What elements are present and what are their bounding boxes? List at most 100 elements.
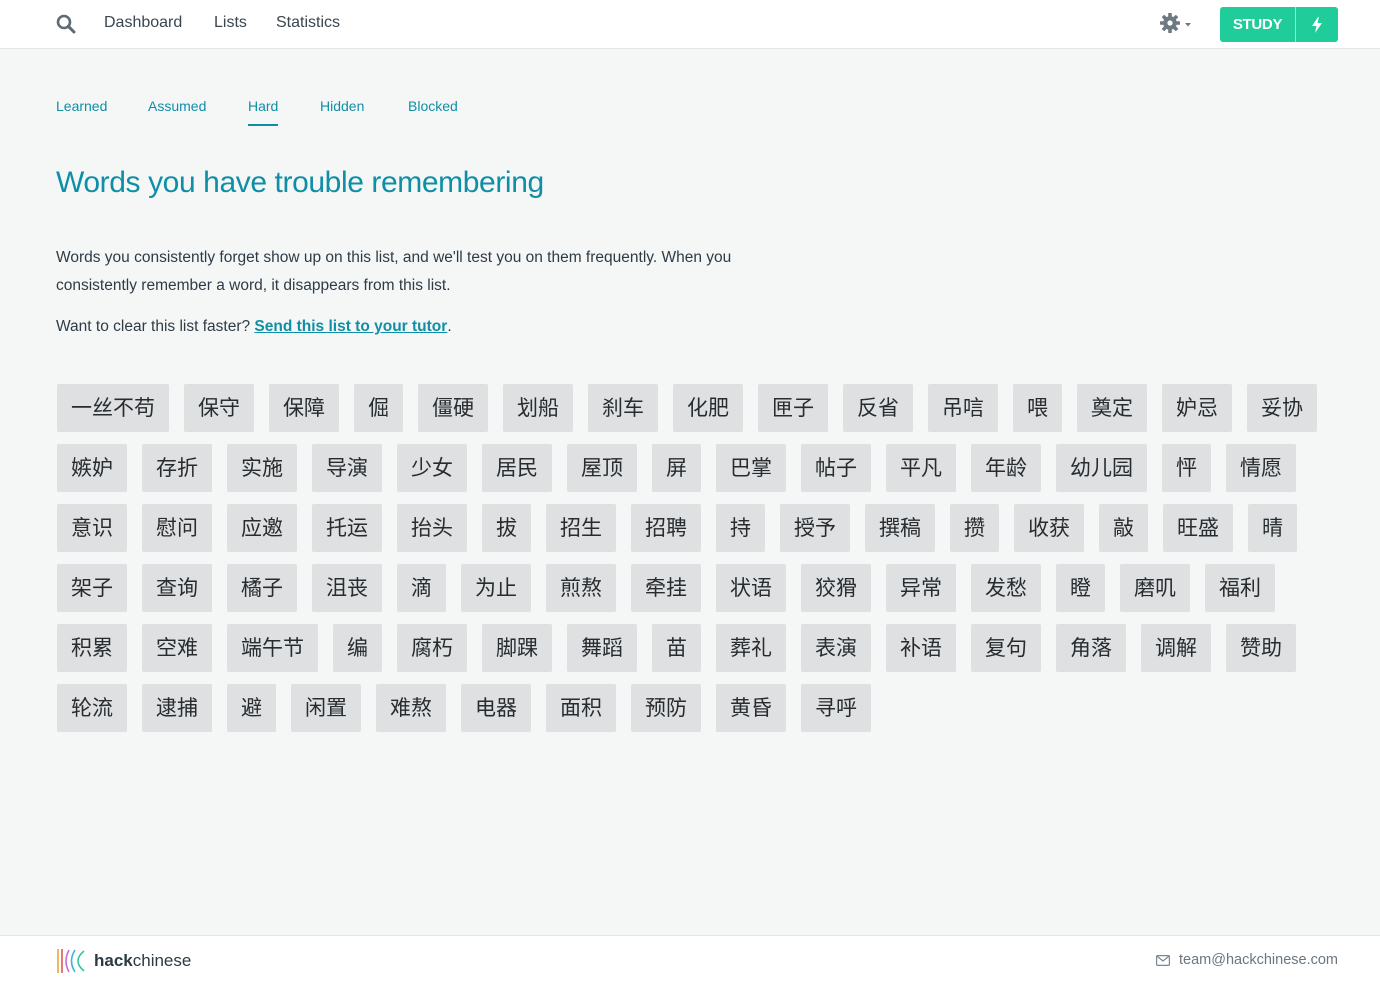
study-button[interactable]: STUDY	[1220, 7, 1338, 42]
word-chip[interactable]: 应邀	[227, 504, 297, 552]
word-chip[interactable]: 少女	[397, 444, 467, 492]
word-chip[interactable]: 赞助	[1226, 624, 1296, 672]
word-chip[interactable]: 意识	[57, 504, 127, 552]
word-chip[interactable]: 磨叽	[1120, 564, 1190, 612]
word-chip[interactable]: 帖子	[801, 444, 871, 492]
search-icon[interactable]	[56, 14, 76, 34]
word-chip[interactable]: 存折	[142, 444, 212, 492]
word-chip[interactable]: 架子	[57, 564, 127, 612]
tab-hard[interactable]: Hard	[248, 98, 279, 126]
word-chip[interactable]: 情愿	[1226, 444, 1296, 492]
word-chip[interactable]: 拔	[482, 504, 531, 552]
word-chip[interactable]: 授予	[780, 504, 850, 552]
word-chip[interactable]: 腐朽	[397, 624, 467, 672]
word-chip[interactable]: 预防	[631, 684, 701, 732]
word-chip[interactable]: 保障	[269, 384, 339, 432]
word-chip[interactable]: 慰问	[142, 504, 212, 552]
word-chip[interactable]: 表演	[801, 624, 871, 672]
word-chip[interactable]: 面积	[546, 684, 616, 732]
word-chip[interactable]: 端午节	[227, 624, 318, 672]
word-chip[interactable]: 寻呼	[801, 684, 871, 732]
word-chip[interactable]: 补语	[886, 624, 956, 672]
word-chip[interactable]: 异常	[886, 564, 956, 612]
nav-link-dashboard[interactable]: Dashboard	[104, 14, 182, 32]
word-chip[interactable]: 滴	[397, 564, 446, 612]
nav-link-statistics[interactable]: Statistics	[276, 14, 340, 32]
nav-link-lists[interactable]: Lists	[214, 14, 247, 32]
word-chip[interactable]: 闲置	[291, 684, 361, 732]
word-chip[interactable]: 妒忌	[1162, 384, 1232, 432]
word-chip[interactable]: 编	[333, 624, 382, 672]
word-chip[interactable]: 避	[227, 684, 276, 732]
tab-assumed[interactable]: Assumed	[148, 98, 206, 124]
study-button-label[interactable]: STUDY	[1220, 7, 1295, 42]
send-to-tutor-link[interactable]: Send this list to your tutor	[254, 318, 447, 335]
word-chip[interactable]: 反省	[843, 384, 913, 432]
word-chip[interactable]: 怦	[1162, 444, 1211, 492]
word-chip[interactable]: 电器	[461, 684, 531, 732]
word-chip[interactable]: 沮丧	[312, 564, 382, 612]
settings-menu-toggle[interactable]	[1158, 12, 1194, 36]
word-chip[interactable]: 晴	[1248, 504, 1297, 552]
word-chip[interactable]: 发愁	[971, 564, 1041, 612]
word-chip[interactable]: 状语	[716, 564, 786, 612]
word-chip[interactable]: 狡猾	[801, 564, 871, 612]
word-chip[interactable]: 平凡	[886, 444, 956, 492]
word-chip[interactable]: 敲	[1099, 504, 1148, 552]
word-chip[interactable]: 旺盛	[1163, 504, 1233, 552]
word-chip[interactable]: 角落	[1056, 624, 1126, 672]
word-chip[interactable]: 招聘	[631, 504, 701, 552]
word-chip[interactable]: 妥协	[1247, 384, 1317, 432]
word-chip[interactable]: 吊唁	[928, 384, 998, 432]
word-chip[interactable]: 持	[716, 504, 765, 552]
word-chip[interactable]: 空难	[142, 624, 212, 672]
word-chip[interactable]: 积累	[57, 624, 127, 672]
word-chip[interactable]: 撰稿	[865, 504, 935, 552]
tab-blocked[interactable]: Blocked	[408, 98, 458, 124]
word-chip[interactable]: 攒	[950, 504, 999, 552]
tab-learned[interactable]: Learned	[56, 98, 107, 124]
word-chip[interactable]: 保守	[184, 384, 254, 432]
word-chip[interactable]: 脚踝	[482, 624, 552, 672]
word-chip[interactable]: 实施	[227, 444, 297, 492]
word-chip[interactable]: 福利	[1205, 564, 1275, 612]
word-chip[interactable]: 屏	[652, 444, 701, 492]
word-chip[interactable]: 托运	[312, 504, 382, 552]
word-chip[interactable]: 喂	[1013, 384, 1062, 432]
word-chip[interactable]: 年龄	[971, 444, 1041, 492]
word-chip[interactable]: 瞪	[1056, 564, 1105, 612]
word-chip[interactable]: 复句	[971, 624, 1041, 672]
hackchinese-logo[interactable]: hackchinese	[56, 947, 191, 975]
word-chip[interactable]: 煎熬	[546, 564, 616, 612]
word-chip[interactable]: 为止	[461, 564, 531, 612]
word-chip[interactable]: 奠定	[1077, 384, 1147, 432]
word-chip[interactable]: 查询	[142, 564, 212, 612]
word-chip[interactable]: 划船	[503, 384, 573, 432]
word-chip[interactable]: 招生	[546, 504, 616, 552]
contact-email[interactable]: team@hackchinese.com	[1156, 952, 1338, 968]
word-chip[interactable]: 收获	[1014, 504, 1084, 552]
word-chip[interactable]: 葬礼	[716, 624, 786, 672]
word-chip[interactable]: 抬头	[397, 504, 467, 552]
word-chip[interactable]: 橘子	[227, 564, 297, 612]
word-chip[interactable]: 导演	[312, 444, 382, 492]
word-chip[interactable]: 一丝不苟	[57, 384, 169, 432]
word-chip[interactable]: 黄昏	[716, 684, 786, 732]
word-chip[interactable]: 舞蹈	[567, 624, 637, 672]
word-chip[interactable]: 苗	[652, 624, 701, 672]
word-chip[interactable]: 调解	[1141, 624, 1211, 672]
word-chip[interactable]: 倔	[354, 384, 403, 432]
word-chip[interactable]: 逮捕	[142, 684, 212, 732]
tab-hidden[interactable]: Hidden	[320, 98, 364, 124]
word-chip[interactable]: 刹车	[588, 384, 658, 432]
word-chip[interactable]: 匣子	[758, 384, 828, 432]
word-chip[interactable]: 嫉妒	[57, 444, 127, 492]
word-chip[interactable]: 僵硬	[418, 384, 488, 432]
word-chip[interactable]: 化肥	[673, 384, 743, 432]
word-chip[interactable]: 屋顶	[567, 444, 637, 492]
word-chip[interactable]: 牵挂	[631, 564, 701, 612]
word-chip[interactable]: 轮流	[57, 684, 127, 732]
lightning-bolt-icon[interactable]	[1296, 7, 1338, 42]
word-chip[interactable]: 难熬	[376, 684, 446, 732]
word-chip[interactable]: 居民	[482, 444, 552, 492]
